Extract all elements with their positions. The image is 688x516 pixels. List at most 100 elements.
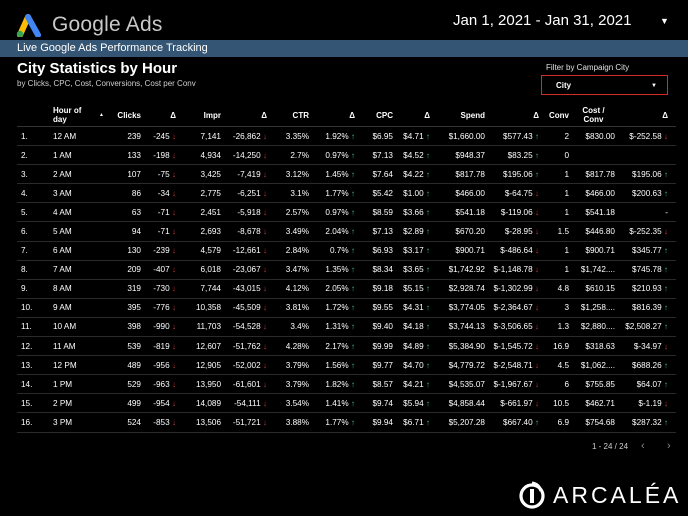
table-cell-cpc_d: $4.31 ↑ <box>403 303 430 313</box>
table-cell-ctr_d: 1.35% ↑ <box>325 265 355 275</box>
table-row[interactable]: 5. 4 AM 63 -71 ↓ 2,451 -5,918 ↓ 2.57% 0.97% ↑ $8… <box>17 203 676 223</box>
trend-down-icon: ↓ <box>171 207 176 217</box>
table-cell-hour: 4 AM <box>53 207 72 217</box>
table-cell-spend: $3,744.13 <box>448 322 485 332</box>
table-cell-cpconv: $446.80 <box>585 227 615 237</box>
column-header-spend[interactable]: Spend <box>433 111 488 120</box>
table-row[interactable]: 14. 1 PM 529 -963 ↓ 13,950 -61,601 ↓ 3.79% 1.82… <box>17 375 676 395</box>
trend-up-icon: ↑ <box>350 360 355 370</box>
column-header-impr[interactable]: Impr <box>179 111 224 120</box>
table-row[interactable]: 2. 1 AM 133 -198 ↓ 4,934 -14,250 ↓ 2.7% 0.97% ↑… <box>17 146 676 166</box>
column-header-ctr[interactable]: CTR <box>270 111 312 120</box>
table-cell-cpc: $7.13 <box>372 150 394 160</box>
table-cell-impr: 10,358 <box>195 303 221 313</box>
table-cell-clicks: 209 <box>127 265 141 275</box>
table-cell-n: 14. <box>21 379 33 389</box>
table-cell-clicks: 468 <box>104 437 144 438</box>
table-row[interactable]: 8. 7 AM 209 -407 ↓ 6,018 -23,067 ↓ 3.47% 1.35% … <box>17 261 676 280</box>
table-row[interactable]: 17.4 PM468-909 ↓12,712-56,022 ↓3.68%1.68… <box>17 433 676 438</box>
table-cell-clicks: 130 <box>127 246 141 256</box>
table-cell-spend_d: $577.43 ↑ <box>503 131 539 141</box>
trend-up-icon: ↑ <box>425 303 430 313</box>
table-row[interactable]: 7. 6 AM 130 -239 ↓ 4,579 -12,661 ↓ 2.84% 0.7% ↑… <box>17 242 676 261</box>
trend-up-icon: ↑ <box>425 169 430 179</box>
table-cell-impr_d: -8,678 ↓ <box>237 227 267 237</box>
column-header-cpc_d[interactable]: Δ <box>396 111 433 120</box>
chevron-down-icon: ▼ <box>651 83 657 89</box>
city-filter-dropdown[interactable]: City ▼ <box>541 75 668 95</box>
table-cell-cpconv: $755.85 <box>585 379 615 389</box>
trend-down-icon: ↓ <box>262 131 267 141</box>
column-header-impr_d[interactable]: Δ <box>224 111 270 120</box>
table-cell-clicks: 239 <box>127 131 141 141</box>
pagination-label: 1 - 24 / 24 <box>592 442 629 451</box>
column-header-clicks_d[interactable]: Δ <box>144 111 179 120</box>
trend-up-icon: ↑ <box>425 360 430 370</box>
column-header-cpc[interactable]: CPC <box>358 111 396 120</box>
prev-page-icon[interactable]: ‹ <box>641 440 645 452</box>
column-header-conv[interactable]: Conv <box>542 111 572 120</box>
table-row[interactable]: 3. 2 AM 107 -75 ↓ 3,425 -7,419 ↓ 3.12% 1.45% ↑ $… <box>17 165 676 185</box>
table-cell-impr_d: -54,528 ↓ <box>232 322 267 332</box>
trend-down-icon: ↓ <box>663 131 668 141</box>
table-cell-hour: 9 AM <box>53 303 72 313</box>
table-cell-spend: $670.20 <box>455 227 485 237</box>
trend-up-icon: ↑ <box>534 169 539 179</box>
trend-up-icon: ↑ <box>425 265 430 275</box>
table-cell-cpconv_d: $745.78 ↑ <box>632 265 668 275</box>
column-header-ctr_d[interactable]: Δ <box>312 111 358 120</box>
table-cell-impr_d: -51,721 ↓ <box>232 417 267 427</box>
table-row[interactable]: 6. 5 AM 94 -71 ↓ 2,693 -8,678 ↓ 3.49% 2.04% ↑ $7… <box>17 222 676 242</box>
table-cell-cpconv_d: $-34.97 ↓ <box>633 341 668 351</box>
trend-up-icon: ↑ <box>534 417 539 427</box>
trend-up-icon: ↑ <box>350 207 355 217</box>
table-cell-clicks: 398 <box>127 322 141 332</box>
table-row[interactable]: 4. 3 AM 86 -34 ↓ 2,775 -6,251 ↓ 3.1% 1.77% ↑ $5.… <box>17 184 676 204</box>
trend-down-icon: ↓ <box>171 341 176 351</box>
column-header-label: Δ <box>424 110 430 120</box>
table-cell-ctr: 3.12% <box>285 169 309 179</box>
trend-up-icon: ↑ <box>350 398 355 408</box>
table-cell-hour: 6 AM <box>53 246 72 256</box>
trend-up-icon: ↑ <box>534 150 539 160</box>
date-dropdown-icon[interactable]: ▼ <box>660 16 669 26</box>
table-row[interactable]: 9. 8 AM 319 -730 ↓ 7,744 -43,015 ↓ 4.12% 2.05% … <box>17 280 676 299</box>
table-cell-hour: 5 AM <box>53 227 72 237</box>
table-row[interactable]: 12. 11 AM 539 -819 ↓ 12,607 -51,762 ↓ 4.28% 2.1… <box>17 337 676 357</box>
table-cell-cpconv: $830.00 <box>585 131 615 141</box>
table-cell-conv: 4.8 <box>557 284 569 294</box>
table-cell-clicks_d: -776 ↓ <box>153 303 176 313</box>
date-range-picker[interactable]: Jan 1, 2021 - Jan 31, 2021 <box>453 12 631 29</box>
column-header-cpconv[interactable]: Cost / Conv <box>572 106 618 124</box>
column-header-clicks[interactable]: Clicks <box>104 111 144 120</box>
table-cell-cpconv_d: $64.07 ↑ <box>636 379 668 389</box>
trend-up-icon: ↑ <box>350 341 355 351</box>
next-page-icon[interactable]: › <box>667 440 671 452</box>
table-cell-conv: 0 <box>564 150 569 160</box>
table-row[interactable]: 10. 9 AM 395 -776 ↓ 10,358 -45,509 ↓ 3.81% 1.72… <box>17 299 676 318</box>
table-row[interactable]: 11. 10 AM 398 -990 ↓ 11,703 -54,528 ↓ 3.4% 1.31… <box>17 318 676 338</box>
table-cell-conv: 10.5 <box>553 398 569 408</box>
trend-up-icon: ↑ <box>663 303 668 313</box>
table-row[interactable]: 13. 12 PM 489 -956 ↓ 12,905 -52,002 ↓ 3.79% 1.5… <box>17 356 676 376</box>
table-cell-spend_d: $195.06 ↑ <box>503 169 539 179</box>
table-row[interactable]: 15. 2 PM 499 -954 ↓ 14,089 -54,111 ↓ 3.54% 1.41… <box>17 394 676 414</box>
table-cell-cpc_d: $3.65 ↑ <box>403 265 430 275</box>
table-cell-cpconv: $318.63 <box>585 341 615 351</box>
column-header-label: Clicks <box>117 110 141 120</box>
table-cell-clicks: 529 <box>127 379 141 389</box>
column-header-hour[interactable]: Hour of day ▲ <box>49 106 104 124</box>
table-cell-clicks: 86 <box>131 188 141 198</box>
table-cell-clicks_d: -954 ↓ <box>153 398 176 408</box>
table-row[interactable]: 16. 3 PM 524 -853 ↓ 13,506 -51,721 ↓ 3.88% 1.77… <box>17 413 676 433</box>
column-header-spend_d[interactable]: Δ <box>488 111 542 120</box>
table-cell-impr_d: -23,067 ↓ <box>232 265 267 275</box>
table-cell-hour: 3 AM <box>53 188 72 198</box>
table-row[interactable]: 1. 12 AM 239 -245 ↓ 7,141 -26,862 ↓ 3.35% 1.92%… <box>17 127 676 147</box>
column-header-cpconv_d[interactable]: Δ <box>618 111 671 120</box>
table-cell-spend: $466.00 <box>455 188 485 198</box>
table-cell-impr_d: -45,509 ↓ <box>232 303 267 313</box>
table-cell-conv: 1 <box>564 246 569 256</box>
table-cell-clicks: 539 <box>127 341 141 351</box>
trend-down-icon: ↓ <box>263 437 267 438</box>
